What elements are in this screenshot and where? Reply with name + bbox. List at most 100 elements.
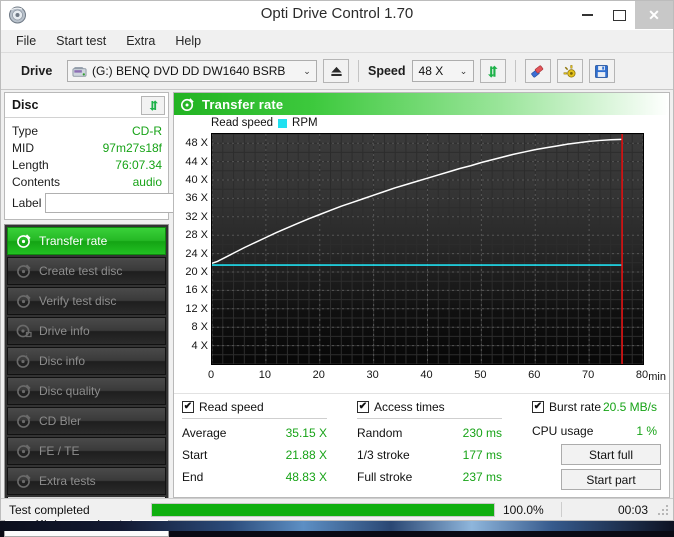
menu-bar: File Start test Extra Help bbox=[1, 30, 673, 53]
sidebar-item-disc-info[interactable]: i Disc info bbox=[7, 347, 166, 375]
disc-row-length: Length 76:07.34 bbox=[12, 156, 162, 173]
disc-refresh-button[interactable] bbox=[141, 95, 165, 115]
read-speed-checkbox-row[interactable]: ✔ Read speed bbox=[182, 398, 357, 416]
save-icon bbox=[595, 64, 608, 78]
chart-x-tick-label: 50 bbox=[474, 369, 487, 381]
disc-row-contents: Contents audio bbox=[12, 173, 162, 190]
close-icon[interactable]: ✕ bbox=[635, 1, 673, 29]
sidebar-item-label: FE / TE bbox=[39, 444, 80, 458]
chart-y-tick-label: 12 X bbox=[185, 302, 208, 315]
stat-value: 230 ms bbox=[462, 426, 502, 440]
save-button[interactable] bbox=[588, 59, 615, 83]
window-controls: ✕ bbox=[571, 1, 673, 29]
test-nav-list: Transfer rate Create test disc Verify te… bbox=[4, 224, 169, 507]
start-full-button[interactable]: Start full bbox=[561, 444, 661, 465]
disc-label-row: Label bbox=[12, 192, 249, 214]
burst-rate-value: 20.5 MB/s bbox=[602, 400, 657, 414]
stat-key: Full stroke bbox=[357, 470, 413, 484]
stat-value: 1 % bbox=[636, 424, 657, 438]
settings-icon bbox=[563, 64, 576, 77]
sidebar-item-fe-te[interactable]: FE / TE bbox=[7, 437, 166, 465]
status-text: Test completed bbox=[9, 502, 90, 517]
erase-button[interactable] bbox=[524, 59, 551, 83]
chart-x-tick-label: 30 bbox=[366, 369, 379, 381]
disc-info-icon bbox=[16, 323, 32, 339]
sidebar-item-extra-tests[interactable]: Extra tests bbox=[7, 467, 166, 495]
chart-x-tick-label: 70 bbox=[582, 369, 595, 381]
stat-key: Random bbox=[357, 426, 403, 440]
disc-row-key: Type bbox=[12, 123, 39, 138]
disc-row-value: 97m27s18f bbox=[102, 140, 162, 155]
legend-label-rpm: RPM bbox=[292, 117, 318, 129]
access-times-checkbox[interactable]: ✔ bbox=[357, 401, 369, 413]
sidebar-item-label: Extra tests bbox=[39, 474, 96, 488]
speed-select[interactable]: 48 X ⌄ bbox=[411, 60, 474, 82]
sidebar-item-label: Transfer rate bbox=[39, 234, 108, 248]
access-times-checkbox-row[interactable]: ✔ Access times bbox=[357, 398, 532, 416]
chart-y-axis: 4 X 8 X 12 X 16 X 20 X 24 X 28 X 32 X 36 X 40 X 44… bbox=[174, 133, 211, 365]
desktop-strip bbox=[0, 521, 674, 531]
toolbar-divider-2 bbox=[514, 60, 516, 82]
menu-item-help[interactable]: Help bbox=[166, 32, 210, 50]
read-speed-checkbox[interactable]: ✔ bbox=[182, 401, 194, 413]
drive-toolbar: Drive (G:) BENQ DVD DD DW1640 BSRB ⌄ Spe… bbox=[1, 53, 673, 90]
sidebar-item-cd-bler[interactable]: CD Bler bbox=[7, 407, 166, 435]
sidebar-item-label: Create test disc bbox=[39, 264, 123, 278]
burst-rate-checkbox-row[interactable]: ✔ Burst rate bbox=[532, 398, 601, 416]
menu-item-extra[interactable]: Extra bbox=[117, 32, 164, 50]
disc-row-value: 76:07.34 bbox=[115, 157, 162, 172]
drive-select[interactable]: (G:) BENQ DVD DD DW1640 BSRB ⌄ bbox=[67, 60, 317, 82]
sidebar-item-label: Verify test disc bbox=[39, 294, 117, 308]
sidebar-item-drive-info[interactable]: Drive info bbox=[7, 317, 166, 345]
refresh-button[interactable] bbox=[479, 59, 506, 83]
chart-y-tick-label: 16 X bbox=[185, 284, 208, 297]
left-sidebar: Disc Type CD-R MID 97m27s18f Length 76:0… bbox=[4, 92, 249, 537]
read-speed-label: Read speed bbox=[199, 400, 264, 414]
app-window: Opti Drive Control 1.70 ✕ File Start tes… bbox=[0, 0, 674, 537]
maximize-icon[interactable] bbox=[603, 1, 635, 29]
sidebar-item-create-test-disc[interactable]: Create test disc bbox=[7, 257, 166, 285]
chart-x-tick-label: 40 bbox=[420, 369, 433, 381]
disc-test-icon bbox=[16, 413, 32, 429]
resize-grip-icon[interactable] bbox=[656, 503, 670, 517]
stat-value: 237 ms bbox=[462, 470, 502, 484]
legend-swatch-rpm bbox=[278, 118, 288, 128]
burst-rate-checkbox[interactable]: ✔ bbox=[532, 401, 544, 413]
stats-burst: ✔ Burst rate 20.5 MB/s CPU usage 1 % Sta… bbox=[532, 398, 661, 497]
disc-row-value: audio bbox=[132, 174, 162, 189]
status-bar: Test completed 100.0% 00:03 bbox=[1, 498, 673, 520]
title-bar: Opti Drive Control 1.70 ✕ bbox=[1, 1, 673, 30]
eject-button[interactable] bbox=[323, 59, 349, 83]
chevron-down-icon: ⌄ bbox=[459, 65, 468, 76]
settings-button[interactable] bbox=[556, 59, 583, 83]
speed-label: Speed bbox=[368, 64, 406, 78]
sidebar-item-label: Drive info bbox=[39, 324, 90, 338]
stats-access-times: ✔ Access times Random 230 ms 1/3 stroke … bbox=[357, 398, 532, 497]
stat-value: 35.15 X bbox=[285, 426, 327, 440]
stat-row-average: Average 35.15 X bbox=[182, 422, 357, 444]
progress-bar bbox=[151, 502, 495, 517]
legend-label-read-speed: Read speed bbox=[211, 117, 274, 129]
start-part-button[interactable]: Start part bbox=[561, 469, 661, 490]
minimize-icon[interactable] bbox=[571, 1, 603, 29]
disc-panel-header: Disc bbox=[5, 93, 168, 118]
panel-header: Transfer rate bbox=[174, 93, 669, 115]
stats-read-speed: ✔ Read speed Average 35.15 X Start 21.88… bbox=[182, 398, 357, 497]
content-area: Disc Type CD-R MID 97m27s18f Length 76:0… bbox=[1, 90, 673, 537]
disc-row-key: Contents bbox=[12, 174, 61, 189]
disc-test-icon bbox=[16, 383, 32, 399]
chart-x-axis: min 0 10 20 30 40 50 60 70 80 bbox=[208, 369, 666, 383]
stat-key: 1/3 stroke bbox=[357, 448, 410, 462]
sidebar-item-verify-test-disc[interactable]: Verify test disc bbox=[7, 287, 166, 315]
chart-y-tick-label: 40 X bbox=[185, 174, 208, 186]
disc-row-type: Type CD-R bbox=[12, 122, 162, 139]
sidebar-item-disc-quality[interactable]: Disc quality bbox=[7, 377, 166, 405]
menu-item-start-test[interactable]: Start test bbox=[47, 32, 115, 50]
disc-row-value: CD-R bbox=[132, 123, 162, 138]
menu-item-file[interactable]: File bbox=[7, 32, 45, 50]
chart-y-tick-label: 4 X bbox=[191, 339, 208, 352]
disc-test-icon bbox=[16, 443, 32, 459]
refresh-icon bbox=[149, 99, 158, 111]
sidebar-item-label: Disc info bbox=[39, 354, 86, 368]
sidebar-item-transfer-rate[interactable]: Transfer rate bbox=[7, 227, 166, 255]
